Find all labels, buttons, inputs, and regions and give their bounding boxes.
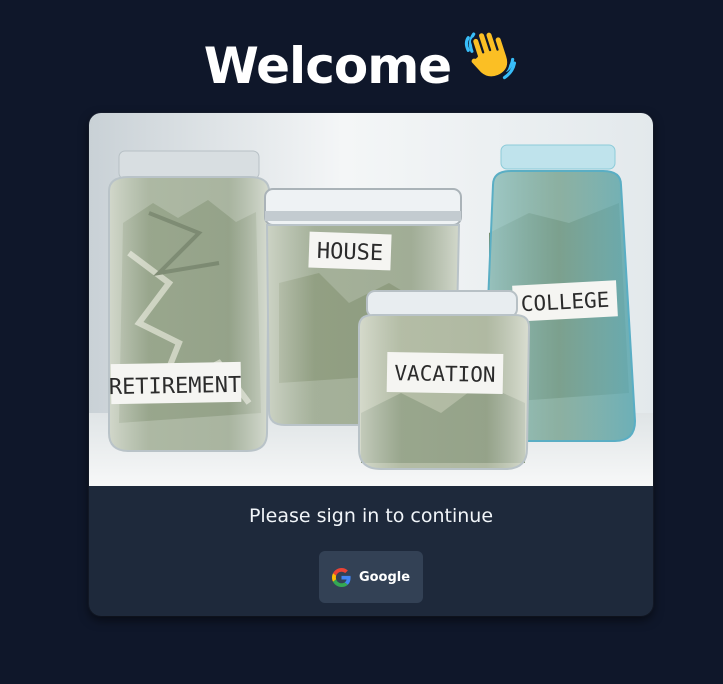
google-signin-button[interactable]: Google xyxy=(319,551,423,603)
google-g-icon xyxy=(331,567,351,587)
jar-label-college: COLLEGE xyxy=(520,288,610,317)
page-title: Welcome xyxy=(0,30,723,108)
google-button-label: Google xyxy=(358,569,411,585)
retirement-jar xyxy=(108,150,271,452)
title-text: Welcome xyxy=(203,37,452,95)
jar-label-retirement: RETIREMENT xyxy=(109,373,242,400)
signin-prompt: Please sign in to continue xyxy=(248,505,494,527)
login-page: Welcome RETIREMENT HOUSE VACATION COLLEG… xyxy=(0,0,723,684)
jar-label-vacation: VACATION xyxy=(394,361,496,387)
waving-hand-icon xyxy=(461,25,519,102)
savings-jars-image: RETIREMENT HOUSE VACATION COLLEGE xyxy=(89,113,653,486)
signin-card: RETIREMENT HOUSE VACATION COLLEGE Please… xyxy=(89,113,653,616)
jar-label-house: HOUSE xyxy=(316,239,383,266)
